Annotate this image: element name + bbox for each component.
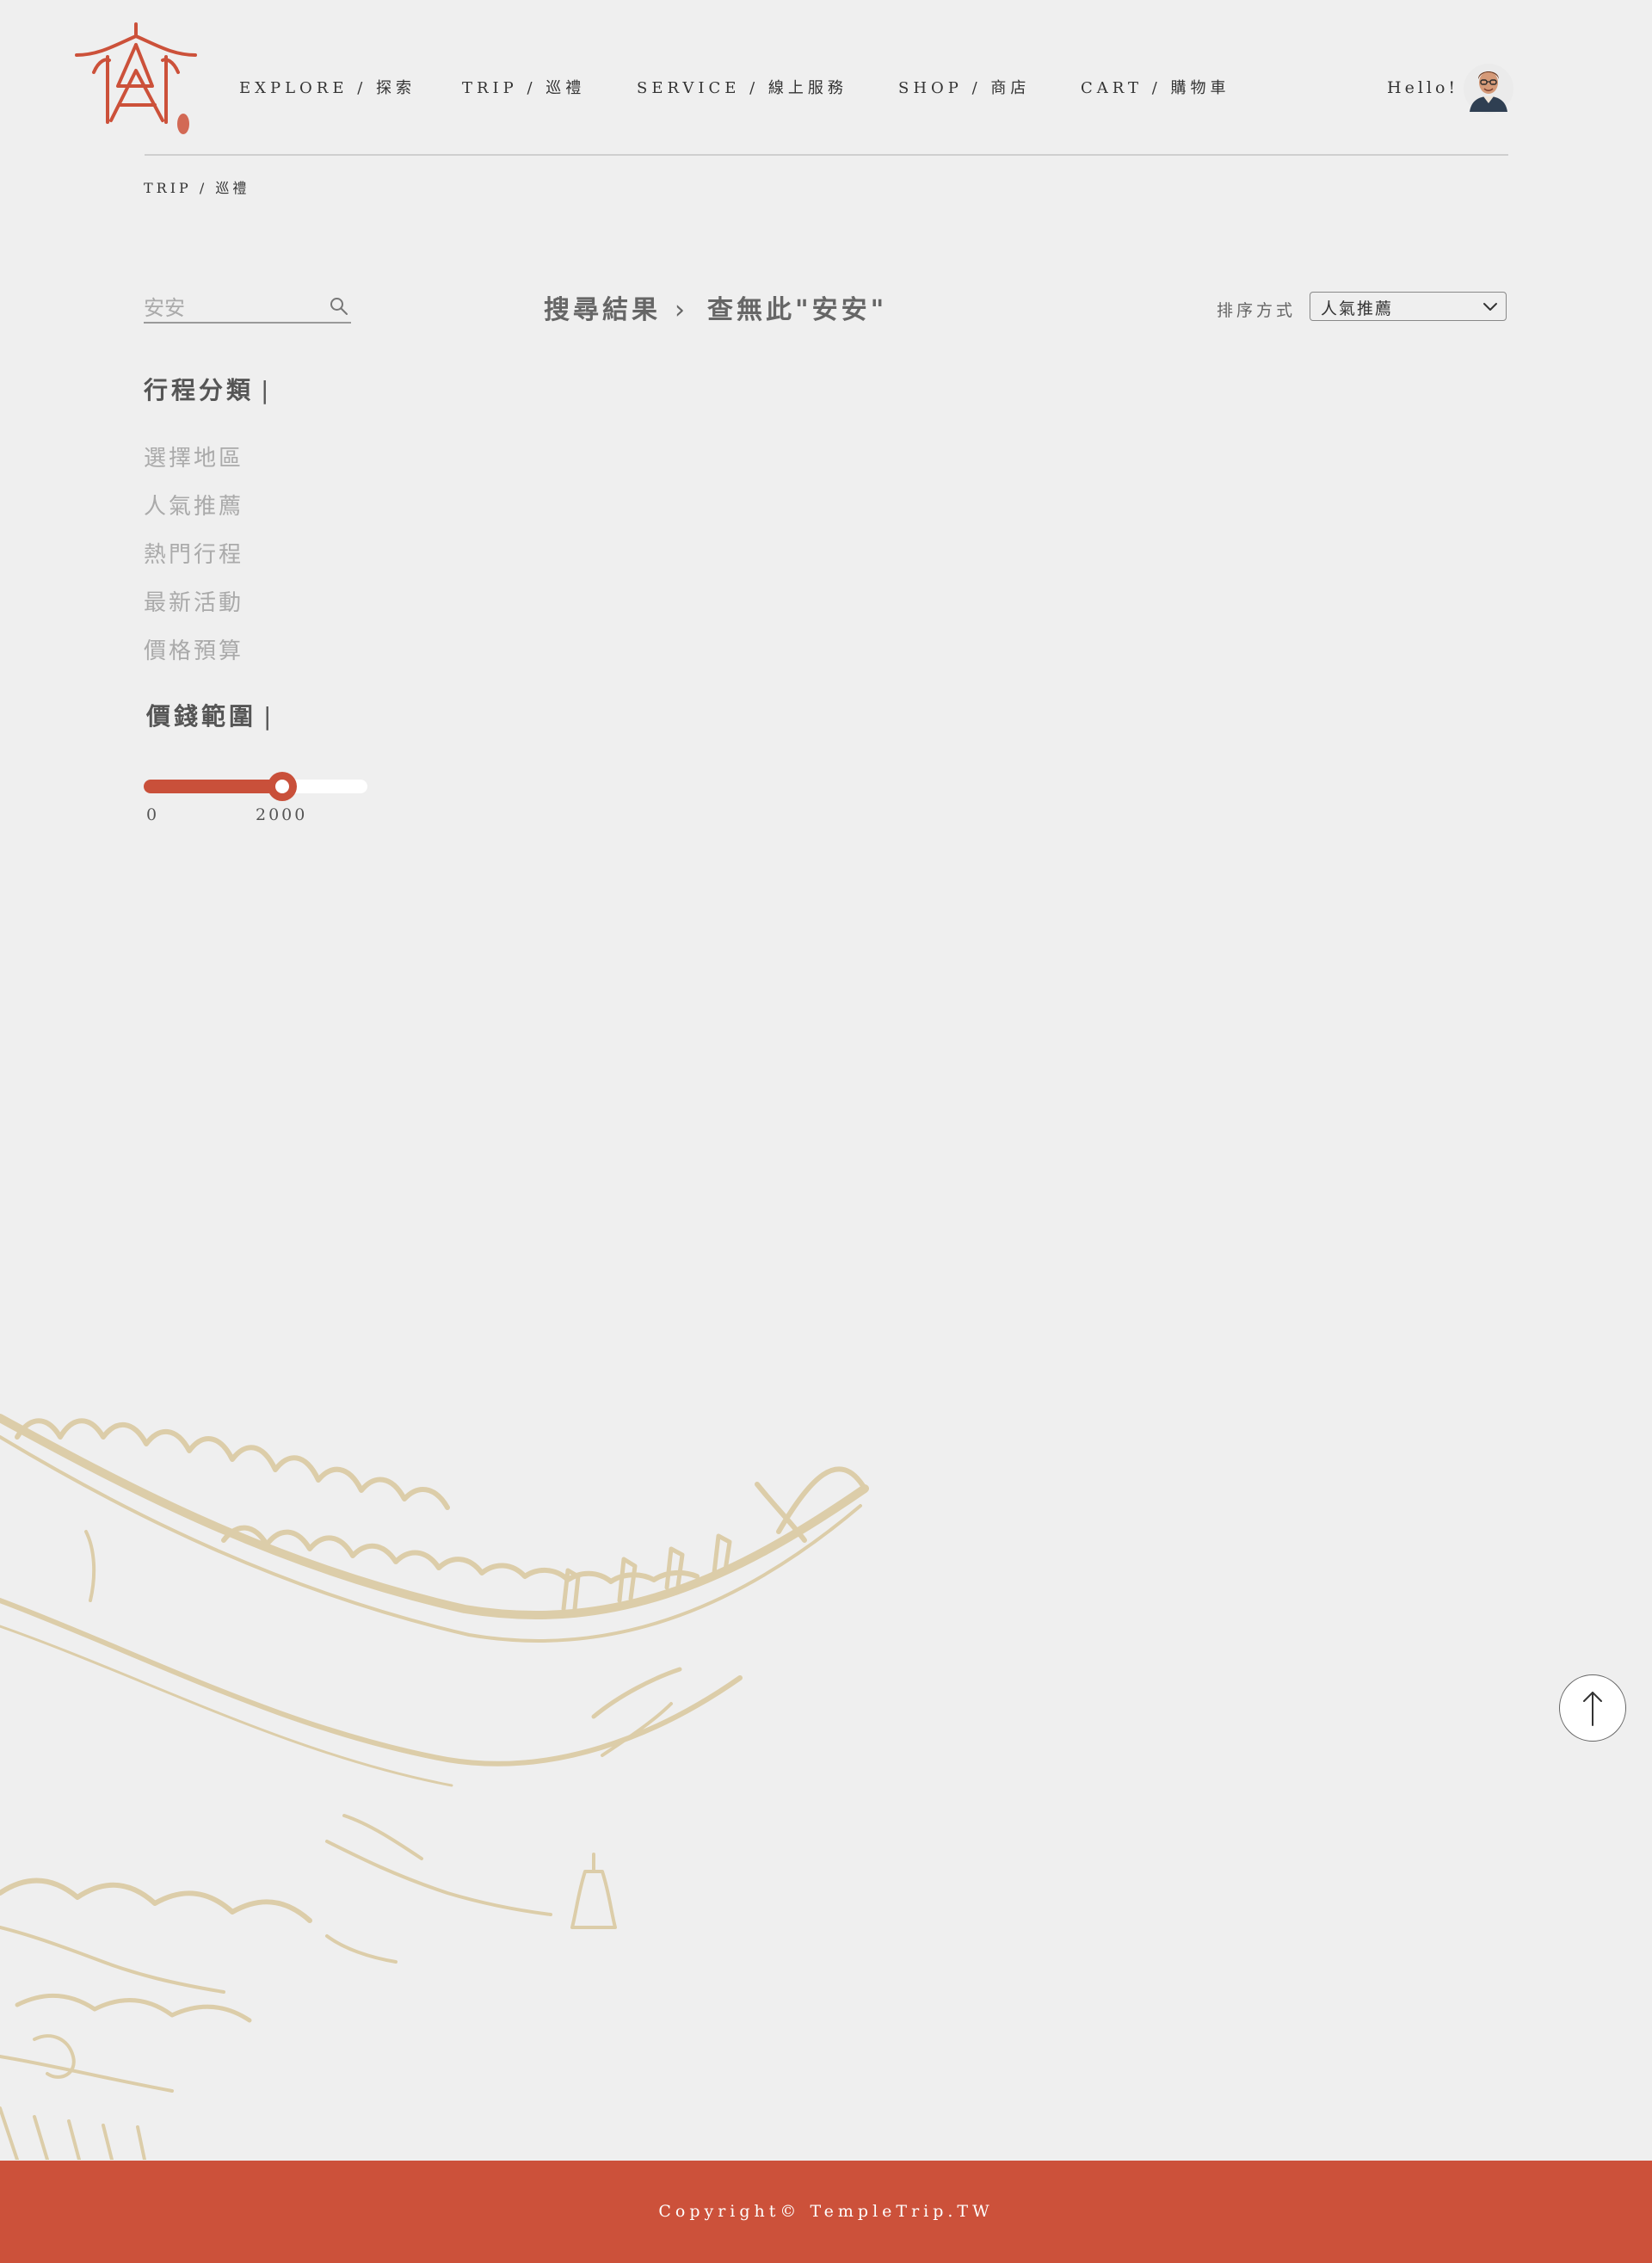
category-item-latest-events[interactable]: 最新活動 — [144, 586, 243, 634]
back-to-top-button[interactable] — [1559, 1674, 1652, 1742]
price-min-label: 0 — [146, 805, 160, 824]
price-section-title: 價錢範圍 | — [146, 698, 274, 732]
category-item-popular[interactable]: 人氣推薦 — [144, 490, 243, 538]
nav-item-trip[interactable]: TRIP / 巡禮 — [462, 76, 585, 98]
price-title-text: 價錢範圍 — [146, 702, 257, 731]
title-divider: | — [261, 376, 273, 404]
price-slider[interactable] — [144, 772, 367, 801]
chevron-right-icon: › — [675, 295, 688, 325]
arrow-up-icon — [1583, 1692, 1602, 1726]
nav-item-cart[interactable]: CART / 購物車 — [1081, 76, 1230, 98]
no-result-text: 查無此"安安" — [707, 295, 888, 325]
copyright-text: Copyright© TempleTrip.TW — [658, 2202, 994, 2221]
category-item-budget[interactable]: 價格預算 — [144, 634, 243, 682]
category-section-title: 行程分類 | — [144, 372, 272, 406]
temple-logo-icon[interactable] — [73, 19, 199, 139]
nav-item-explore[interactable]: EXPLORE / 探索 — [239, 76, 416, 98]
back-to-top-circle[interactable] — [1559, 1674, 1626, 1742]
price-max-label: 2000 — [256, 805, 308, 824]
slider-fill — [144, 780, 282, 793]
title-divider: | — [263, 702, 275, 731]
nav-item-service[interactable]: SERVICE / 線上服務 — [637, 76, 848, 98]
sort-select[interactable]: 人氣推薦 — [1310, 292, 1507, 321]
header-divider — [145, 154, 1508, 156]
nav-item-shop[interactable]: SHOP / 商店 — [898, 76, 1030, 98]
search-input[interactable] — [144, 291, 316, 320]
slider-handle[interactable] — [268, 772, 297, 801]
site-footer: Copyright© TempleTrip.TW — [0, 2161, 1652, 2263]
category-title-text: 行程分類 — [144, 376, 255, 404]
search-field — [144, 291, 351, 324]
search-icon[interactable] — [329, 296, 349, 317]
sort-label: 排序方式 — [1217, 301, 1297, 320]
results-label: 搜尋結果 — [544, 295, 661, 325]
breadcrumb[interactable]: TRIP / 巡禮 — [144, 176, 250, 197]
temple-roof-illustration — [0, 1414, 869, 2160]
avatar[interactable] — [1463, 62, 1514, 115]
category-item-hot-trips[interactable]: 熱門行程 — [144, 538, 243, 586]
search-result-header: 搜尋結果 › 查無此"安安" — [544, 288, 887, 326]
category-list: 選擇地區 人氣推薦 熱門行程 最新活動 價格預算 — [144, 441, 243, 682]
user-greeting: Hello! — [1387, 78, 1459, 97]
sort-selected-value: 人氣推薦 — [1321, 299, 1394, 318]
chevron-down-icon — [1483, 303, 1497, 311]
category-item-region[interactable]: 選擇地區 — [144, 441, 243, 490]
site-header: EXPLORE / 探索 TRIP / 巡禮 SERVICE / 線上服務 SH… — [0, 0, 1652, 156]
